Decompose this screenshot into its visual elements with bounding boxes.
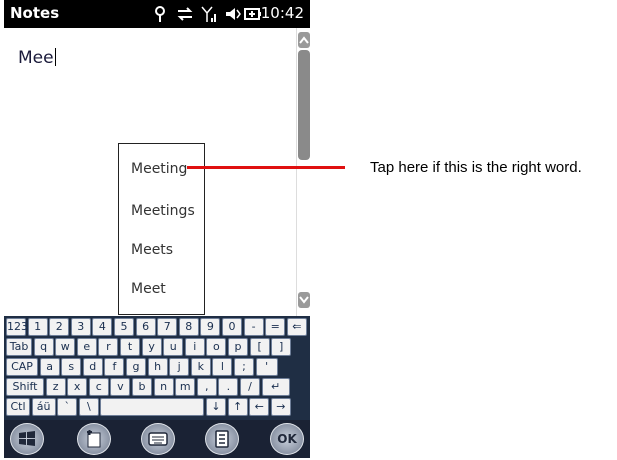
key-s[interactable]: s [61, 358, 82, 376]
key-l[interactable]: l [212, 358, 233, 376]
key-4[interactable]: 4 [92, 318, 113, 336]
battery-icon [244, 8, 261, 20]
key-=[interactable]: = [265, 318, 286, 336]
key-123[interactable]: 123 [6, 318, 28, 336]
key-↵[interactable]: ↵ [261, 378, 290, 396]
suggestion-item[interactable]: Meeting [131, 161, 187, 177]
keyboard-toggle-button[interactable] [141, 423, 175, 455]
key-][interactable]: ] [271, 338, 292, 356]
key-5[interactable]: 5 [114, 318, 134, 336]
key-⇐[interactable]: ⇐ [286, 318, 307, 336]
key-q[interactable]: q [33, 338, 54, 356]
key-n[interactable]: n [153, 378, 174, 396]
soft-key-bar: OK [4, 420, 310, 458]
signal-antenna-icon [155, 6, 165, 22]
suggestion-item[interactable]: Meetings [131, 203, 195, 219]
vertical-scrollbar[interactable] [296, 28, 311, 316]
key-p[interactable]: p [228, 338, 248, 356]
menu-icon [215, 430, 229, 448]
key-x[interactable]: x [67, 378, 88, 396]
suggestion-item[interactable]: Meet [131, 281, 166, 297]
key-t[interactable]: t [120, 338, 140, 356]
new-note-icon [87, 430, 101, 448]
key-áü[interactable]: áü [31, 398, 56, 416]
key-'[interactable]: ' [255, 358, 278, 376]
key-;[interactable]: ; [234, 358, 254, 376]
text-caret [54, 48, 56, 66]
scroll-up-button[interactable] [298, 32, 310, 48]
key-i[interactable]: i [184, 338, 205, 356]
key-←[interactable]: ← [249, 398, 270, 416]
key-1[interactable]: 1 [27, 318, 48, 336]
key-h[interactable]: h [147, 358, 168, 376]
key-b[interactable]: b [132, 378, 152, 396]
key-ctl[interactable]: Ctl [6, 398, 30, 416]
chevron-down-icon [299, 296, 309, 304]
key--[interactable]: - [243, 318, 264, 336]
scroll-thumb[interactable] [298, 50, 310, 160]
app-title: Notes [10, 4, 60, 22]
key-o[interactable]: o [206, 338, 227, 356]
space-key[interactable] [100, 398, 205, 416]
key-7[interactable]: 7 [157, 318, 178, 336]
callout-text: Tap here if this is the right word. [370, 159, 582, 176]
device-screen: Notes 10:42 Mee Meeting Meetings Meets M… [4, 0, 311, 458]
key-cap[interactable]: CAP [6, 358, 38, 376]
ok-icon: OK [277, 432, 297, 446]
menu-button[interactable] [205, 423, 239, 455]
key-w[interactable]: w [55, 338, 76, 356]
key-→[interactable]: → [270, 398, 291, 416]
key-f[interactable]: f [104, 358, 125, 376]
ok-button[interactable]: OK [270, 423, 304, 455]
key-c[interactable]: c [88, 378, 109, 396]
key-8[interactable]: 8 [178, 318, 199, 336]
volume-icon [226, 8, 241, 20]
data-sync-icon [177, 7, 193, 21]
callout-line [187, 166, 345, 169]
key-↓[interactable]: ↓ [206, 398, 226, 416]
key-a[interactable]: a [39, 358, 60, 376]
key-0[interactable]: 0 [222, 318, 242, 336]
key-↑[interactable]: ↑ [227, 398, 248, 416]
signal-bars-icon [201, 6, 216, 22]
key-g[interactable]: g [126, 358, 146, 376]
suggestion-item[interactable]: Meets [131, 242, 173, 258]
key-6[interactable]: 6 [135, 318, 156, 336]
key-/[interactable]: / [240, 378, 260, 396]
key-d[interactable]: d [82, 358, 103, 376]
key-,[interactable]: , [196, 378, 217, 396]
key-u[interactable]: u [163, 338, 184, 356]
key-m[interactable]: m [175, 378, 196, 396]
windows-start-icon [19, 431, 35, 446]
key-j[interactable]: j [169, 358, 190, 376]
key-e[interactable]: e [76, 338, 97, 356]
key-\[interactable]: \ [78, 398, 99, 416]
scroll-down-button[interactable] [298, 292, 310, 308]
key-y[interactable]: y [141, 338, 162, 356]
chevron-up-icon [299, 36, 309, 44]
keyboard-icon [148, 432, 168, 446]
on-screen-keyboard: 123 1 2 3 4 5 6 7 8 9 0- = ⇐ Tab q w e r t y u i o p[] CAP a s d f g h… [4, 316, 310, 420]
key-k[interactable]: k [190, 358, 211, 376]
key-[[interactable]: [ [249, 338, 270, 356]
clock: 10:42 [260, 4, 304, 22]
key-z[interactable]: z [45, 378, 66, 396]
key-`[interactable]: ` [57, 398, 78, 416]
key-tab[interactable]: Tab [6, 338, 32, 356]
new-note-button[interactable] [77, 423, 111, 455]
key-9[interactable]: 9 [200, 318, 221, 336]
key-2[interactable]: 2 [49, 318, 70, 336]
key-r[interactable]: r [98, 338, 119, 356]
key-3[interactable]: 3 [70, 318, 91, 336]
key-v[interactable]: v [110, 378, 131, 396]
note-text: Mee [18, 48, 56, 68]
key-.[interactable]: . [218, 378, 239, 396]
status-bar: Notes 10:42 [4, 0, 310, 28]
windows-start-button[interactable] [10, 423, 44, 455]
key-shift[interactable]: Shift [6, 378, 44, 396]
